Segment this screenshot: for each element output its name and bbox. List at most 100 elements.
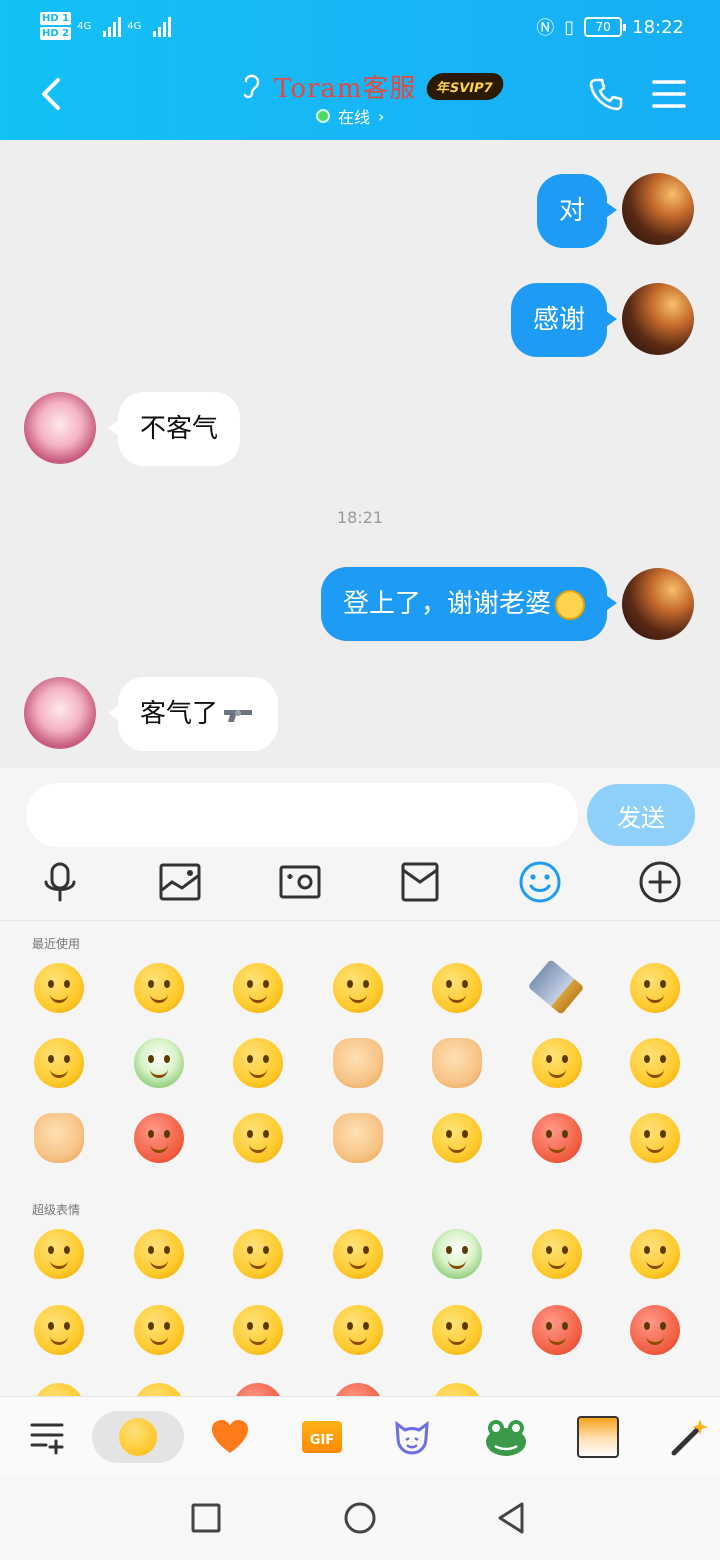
- cabbage-dog-emoji-icon[interactable]: [134, 1038, 184, 1088]
- shy-emoji-icon[interactable]: [432, 1113, 482, 1163]
- network-label-2: 4G: [127, 20, 142, 32]
- crying-emoji-icon[interactable]: [34, 1229, 84, 1279]
- ok-hand-emoji-icon[interactable]: [432, 1038, 482, 1088]
- thinking-emoji-icon[interactable]: [333, 963, 383, 1013]
- frog-tab[interactable]: [480, 1411, 532, 1463]
- message-timestamp: 18:21: [336, 508, 384, 527]
- clock: 18:22: [632, 16, 684, 38]
- avatar[interactable]: [622, 173, 694, 245]
- pleading-emoji-icon[interactable]: [630, 1305, 680, 1355]
- magic-wand-tab[interactable]: [664, 1411, 716, 1463]
- heart-pillow-emoji-icon[interactable]: [532, 1305, 582, 1355]
- thumb-emoji-icon[interactable]: [333, 1113, 383, 1163]
- super-section-label: 超级表情: [32, 1203, 81, 1217]
- presence-status[interactable]: 在线 ›: [316, 104, 384, 128]
- emoji-icon-partial[interactable]: [432, 1383, 482, 1396]
- avatar[interactable]: [622, 283, 694, 355]
- message-bubble[interactable]: 客气了: [107, 677, 279, 751]
- sad-emoji-icon[interactable]: [233, 1113, 283, 1163]
- emoji-icon-partial[interactable]: [333, 1383, 383, 1396]
- envelope-icon[interactable]: [398, 860, 442, 904]
- plus-icon[interactable]: [638, 860, 682, 904]
- thumbs-up-emoji-icon[interactable]: [333, 1038, 383, 1088]
- sly-grin-emoji-icon[interactable]: [34, 1038, 84, 1088]
- smile-emoji-icon[interactable]: [134, 963, 184, 1013]
- smirk-emoji-icon[interactable]: [532, 1038, 582, 1088]
- frog-icon: [486, 1420, 526, 1456]
- blush-emoji-icon[interactable]: [630, 963, 680, 1013]
- recent-section-label: 最近使用: [32, 937, 81, 951]
- send-button[interactable]: 发送: [587, 784, 695, 846]
- facepalm-emoji-icon[interactable]: [233, 963, 283, 1013]
- system-navigation-bar: [0, 1476, 720, 1560]
- message-list[interactable]: 对 感谢 不客气 18:21 登上了，谢谢老婆 客气了: [0, 140, 720, 768]
- back-arrow-icon[interactable]: [36, 76, 66, 112]
- network-label: 4G: [77, 20, 92, 32]
- ear-icon: [243, 74, 260, 99]
- emoji-category-tabs: GIF: [0, 1396, 720, 1476]
- phone-icon[interactable]: [588, 76, 624, 112]
- emoji-icon[interactable]: [518, 860, 562, 904]
- vibrate-icon: ▯: [564, 16, 575, 38]
- avatar[interactable]: [24, 677, 96, 749]
- hd2-label: HD 2: [40, 27, 72, 40]
- peach-hands-emoji-icon[interactable]: [432, 1305, 482, 1355]
- manage-emoji-tab[interactable]: [22, 1411, 74, 1463]
- chat-header: HD 1 HD 2 4G 4G Ⓝ ▯ 70 18:22 Toram客服 年SV…: [0, 0, 720, 140]
- sim-indicator: HD 1 HD 2: [40, 12, 72, 40]
- gif-tab[interactable]: GIF: [296, 1411, 348, 1463]
- back-triangle-icon[interactable]: [494, 1500, 530, 1536]
- handshake-emoji-icon[interactable]: [34, 1113, 84, 1163]
- party-emoji-icon[interactable]: [34, 1305, 84, 1355]
- list-add-icon: [30, 1423, 64, 1455]
- gun-emoji-icon: [224, 710, 253, 722]
- emoji-icon-partial[interactable]: [134, 1383, 184, 1396]
- heart-eyes-emoji-icon[interactable]: [532, 1229, 582, 1279]
- heart-hands-emoji-icon[interactable]: [630, 1229, 680, 1279]
- heart-tab[interactable]: [204, 1411, 256, 1463]
- emoji-icon-partial[interactable]: [34, 1383, 84, 1396]
- svip-badge: 年SVIP7: [423, 72, 506, 100]
- embarrassed-chick-emoji-icon[interactable]: [34, 963, 84, 1013]
- chat-title-group[interactable]: Toram客服 年SVIP7: [240, 68, 520, 104]
- emoji-icon-partial[interactable]: [233, 1383, 283, 1396]
- signal-icon: [103, 15, 122, 37]
- lollipop-emoji-icon[interactable]: [630, 1038, 680, 1088]
- hamburger-menu-icon[interactable]: [652, 78, 686, 110]
- lollipop-emoji-icon[interactable]: [134, 1305, 184, 1355]
- avatar[interactable]: [24, 392, 96, 464]
- message-bubble[interactable]: 登上了，谢谢老婆: [320, 567, 618, 641]
- sleepy-emoji-icon[interactable]: [630, 1113, 680, 1163]
- cabbage-dog-emoji-icon[interactable]: [432, 1229, 482, 1279]
- hd1-label: HD 1: [40, 12, 72, 25]
- emoji-tab[interactable]: [92, 1411, 184, 1463]
- comic-tab[interactable]: [572, 1411, 624, 1463]
- message-bubble[interactable]: 对: [536, 174, 618, 248]
- camera-icon[interactable]: [278, 860, 322, 904]
- rolling-laugh-emoji-icon[interactable]: [134, 1229, 184, 1279]
- image-icon[interactable]: [158, 860, 202, 904]
- kitchen-knife-emoji-icon[interactable]: [527, 959, 585, 1015]
- dizzy-emoji-icon[interactable]: [333, 1305, 383, 1355]
- chat-title: Toram客服: [274, 73, 417, 104]
- message-input[interactable]: [26, 783, 578, 847]
- sweat-emoji-icon[interactable]: [532, 1113, 582, 1163]
- message-bubble[interactable]: 不客气: [107, 392, 241, 466]
- message-bubble[interactable]: 感谢: [510, 283, 618, 357]
- nosebleed-emoji-icon[interactable]: [233, 1038, 283, 1088]
- heart-icon: [212, 1420, 248, 1453]
- avatar[interactable]: [622, 568, 694, 640]
- cool-emoji-icon[interactable]: [333, 1229, 383, 1279]
- smiley-icon: [119, 1418, 157, 1456]
- recents-square-icon[interactable]: [188, 1500, 224, 1536]
- angry-emoji-icon[interactable]: [134, 1113, 184, 1163]
- message-text: 客气了: [140, 699, 219, 729]
- blush-emoji-icon[interactable]: [233, 1229, 283, 1279]
- home-circle-icon[interactable]: [342, 1500, 378, 1536]
- cat-tab[interactable]: [386, 1411, 438, 1463]
- emoji-panel[interactable]: 最近使用 超级表情: [0, 920, 720, 1396]
- laugh-cry-emoji-icon[interactable]: [432, 963, 482, 1013]
- microphone-icon[interactable]: [38, 860, 82, 904]
- shock-emoji-icon[interactable]: [233, 1305, 283, 1355]
- nfc-icon: Ⓝ: [536, 18, 555, 39]
